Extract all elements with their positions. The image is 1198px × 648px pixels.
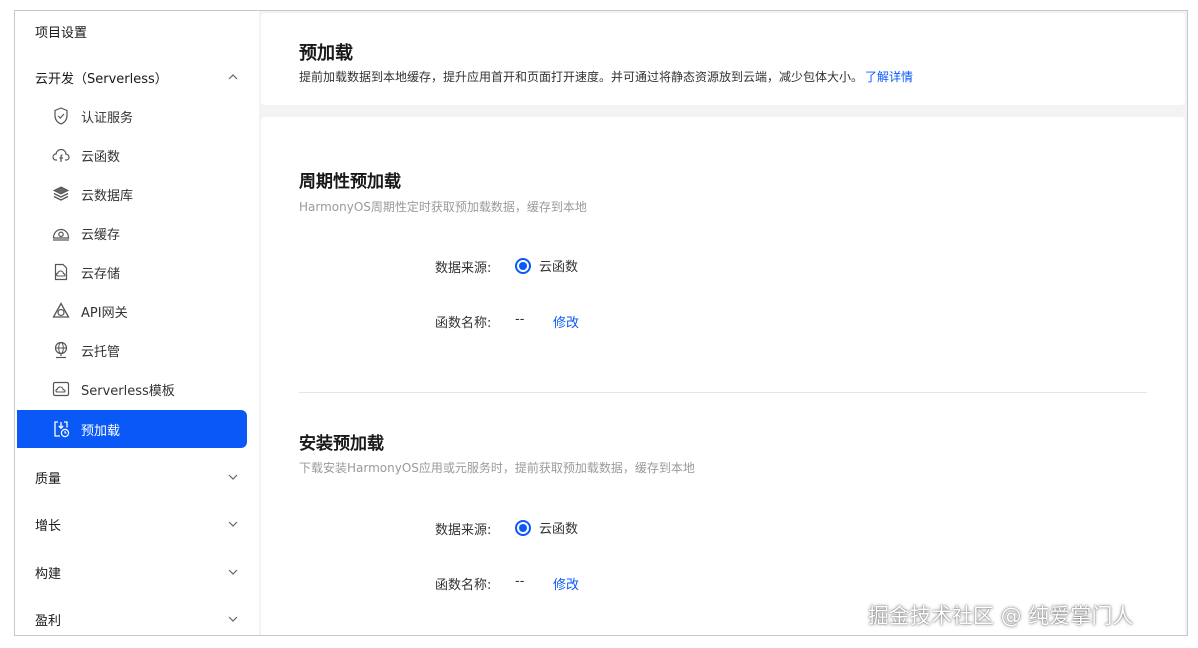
chevron-down-icon [228, 474, 238, 480]
radio-selected-icon [515, 519, 531, 536]
api-gateway-icon [51, 301, 71, 321]
sidebar-header: 项目设置 [35, 26, 88, 41]
chevron-down-icon [228, 521, 238, 527]
sidebar-item-serverless-template[interactable]: Serverless模板 [17, 370, 247, 408]
watermark-text: 掘金技术社区 @ 纯爱掌门人 [868, 604, 1134, 628]
periodic-preload-title: 周期性预加载 [299, 172, 401, 192]
sidebar-item-api-gateway[interactable]: API网关 [17, 292, 247, 330]
sidebar-group-label: 增长 [35, 518, 62, 534]
periodic-source-value: 云函数 [539, 260, 579, 275]
learn-more-link[interactable]: 了解详情 [865, 70, 913, 84]
sidebar-item-label: 认证服务 [81, 110, 134, 126]
sidebar-group-label: 盈利 [35, 613, 62, 629]
sidebar-item-label: 云缓存 [81, 227, 121, 243]
sidebar-item-cloud-function[interactable]: 云函数 [17, 136, 247, 174]
sidebar-item-auth[interactable]: 认证服务 [17, 97, 247, 135]
sidebar-item-cloud-cache[interactable]: 云缓存 [17, 214, 247, 252]
page-description: 提前加载数据到本地缓存，提升应用首开和页面打开速度。并可通过将静态资源放到云端，… [299, 68, 913, 85]
page-description-text: 提前加载数据到本地缓存，提升应用首开和页面打开速度。并可通过将静态资源放到云端，… [299, 70, 864, 84]
install-source-value: 云函数 [539, 522, 579, 537]
cloud-cache-icon [51, 223, 71, 243]
install-preload-description: 下载安装HarmonyOS应用或元服务时，提前获取预加载数据，缓存到本地 [299, 461, 695, 475]
periodic-source-radio[interactable]: 云函数 [515, 256, 578, 275]
sidebar-group-growth[interactable]: 增长 [15, 508, 259, 540]
section-divider [299, 392, 1147, 393]
periodic-source-label: 数据来源: [435, 261, 492, 276]
sidebar-item-label: 预加载 [81, 423, 121, 439]
cloud-storage-icon [51, 262, 71, 282]
sidebar-group-label: 构建 [35, 566, 62, 582]
chevron-down-icon [228, 616, 238, 622]
sidebar-group-serverless[interactable]: 云开发（Serverless） [15, 61, 259, 93]
sidebar-item-cloud-storage[interactable]: 云存储 [17, 253, 247, 291]
preload-settings-card: 周期性预加载 HarmonyOS周期性定时获取预加载数据，缓存到本地 数据来源:… [261, 117, 1185, 635]
install-source-radio[interactable]: 云函数 [515, 518, 578, 537]
chevron-down-icon [228, 569, 238, 575]
main-content: 预加载 提前加载数据到本地缓存，提升应用首开和页面打开速度。并可通过将静态资源放… [259, 11, 1187, 635]
sidebar-group-monetize[interactable]: 盈利 [15, 603, 259, 635]
page-title: 预加载 [299, 43, 353, 64]
globe-hosting-icon [51, 340, 71, 360]
sidebar-item-label: 云存储 [81, 266, 121, 282]
sidebar-item-cloud-hosting[interactable]: 云托管 [17, 331, 247, 369]
install-source-label: 数据来源: [435, 523, 492, 538]
cloud-function-icon [51, 145, 71, 165]
periodic-function-label: 函数名称: [435, 316, 492, 331]
chevron-up-icon [228, 74, 238, 80]
sidebar-item-label: 云数据库 [81, 188, 134, 204]
sidebar-group-build[interactable]: 构建 [15, 556, 259, 588]
sidebar-group-label: 质量 [35, 471, 62, 487]
template-icon [51, 379, 71, 399]
preload-icon [51, 419, 71, 439]
install-preload-title: 安装预加载 [299, 434, 384, 454]
sidebar-item-label: 云函数 [81, 149, 121, 165]
sidebar-item-preload[interactable]: 预加载 [17, 410, 247, 448]
app-frame: 项目设置 云开发（Serverless） 认证服务 云函数 云数据库 云缓存 云… [14, 10, 1188, 636]
install-edit-link[interactable]: 修改 [553, 574, 579, 593]
periodic-function-value: -- [515, 312, 525, 327]
install-function-value: -- [515, 574, 525, 589]
periodic-preload-description: HarmonyOS周期性定时获取预加载数据，缓存到本地 [299, 200, 587, 214]
periodic-edit-link[interactable]: 修改 [553, 312, 579, 331]
shield-check-icon [51, 106, 71, 126]
sidebar-item-label: 云托管 [81, 344, 121, 360]
page-header-card: 预加载 提前加载数据到本地缓存，提升应用首开和页面打开速度。并可通过将静态资源放… [261, 13, 1185, 105]
radio-selected-icon [515, 257, 531, 274]
sidebar-group-label: 云开发（Serverless） [35, 71, 168, 87]
sidebar: 项目设置 云开发（Serverless） 认证服务 云函数 云数据库 云缓存 云… [15, 11, 259, 635]
install-function-label: 函数名称: [435, 578, 492, 593]
sidebar-item-cloud-database[interactable]: 云数据库 [17, 175, 247, 213]
sidebar-item-label: Serverless模板 [81, 383, 175, 399]
database-layers-icon [51, 184, 71, 204]
sidebar-group-quality[interactable]: 质量 [15, 461, 259, 493]
sidebar-item-label: API网关 [81, 305, 128, 321]
